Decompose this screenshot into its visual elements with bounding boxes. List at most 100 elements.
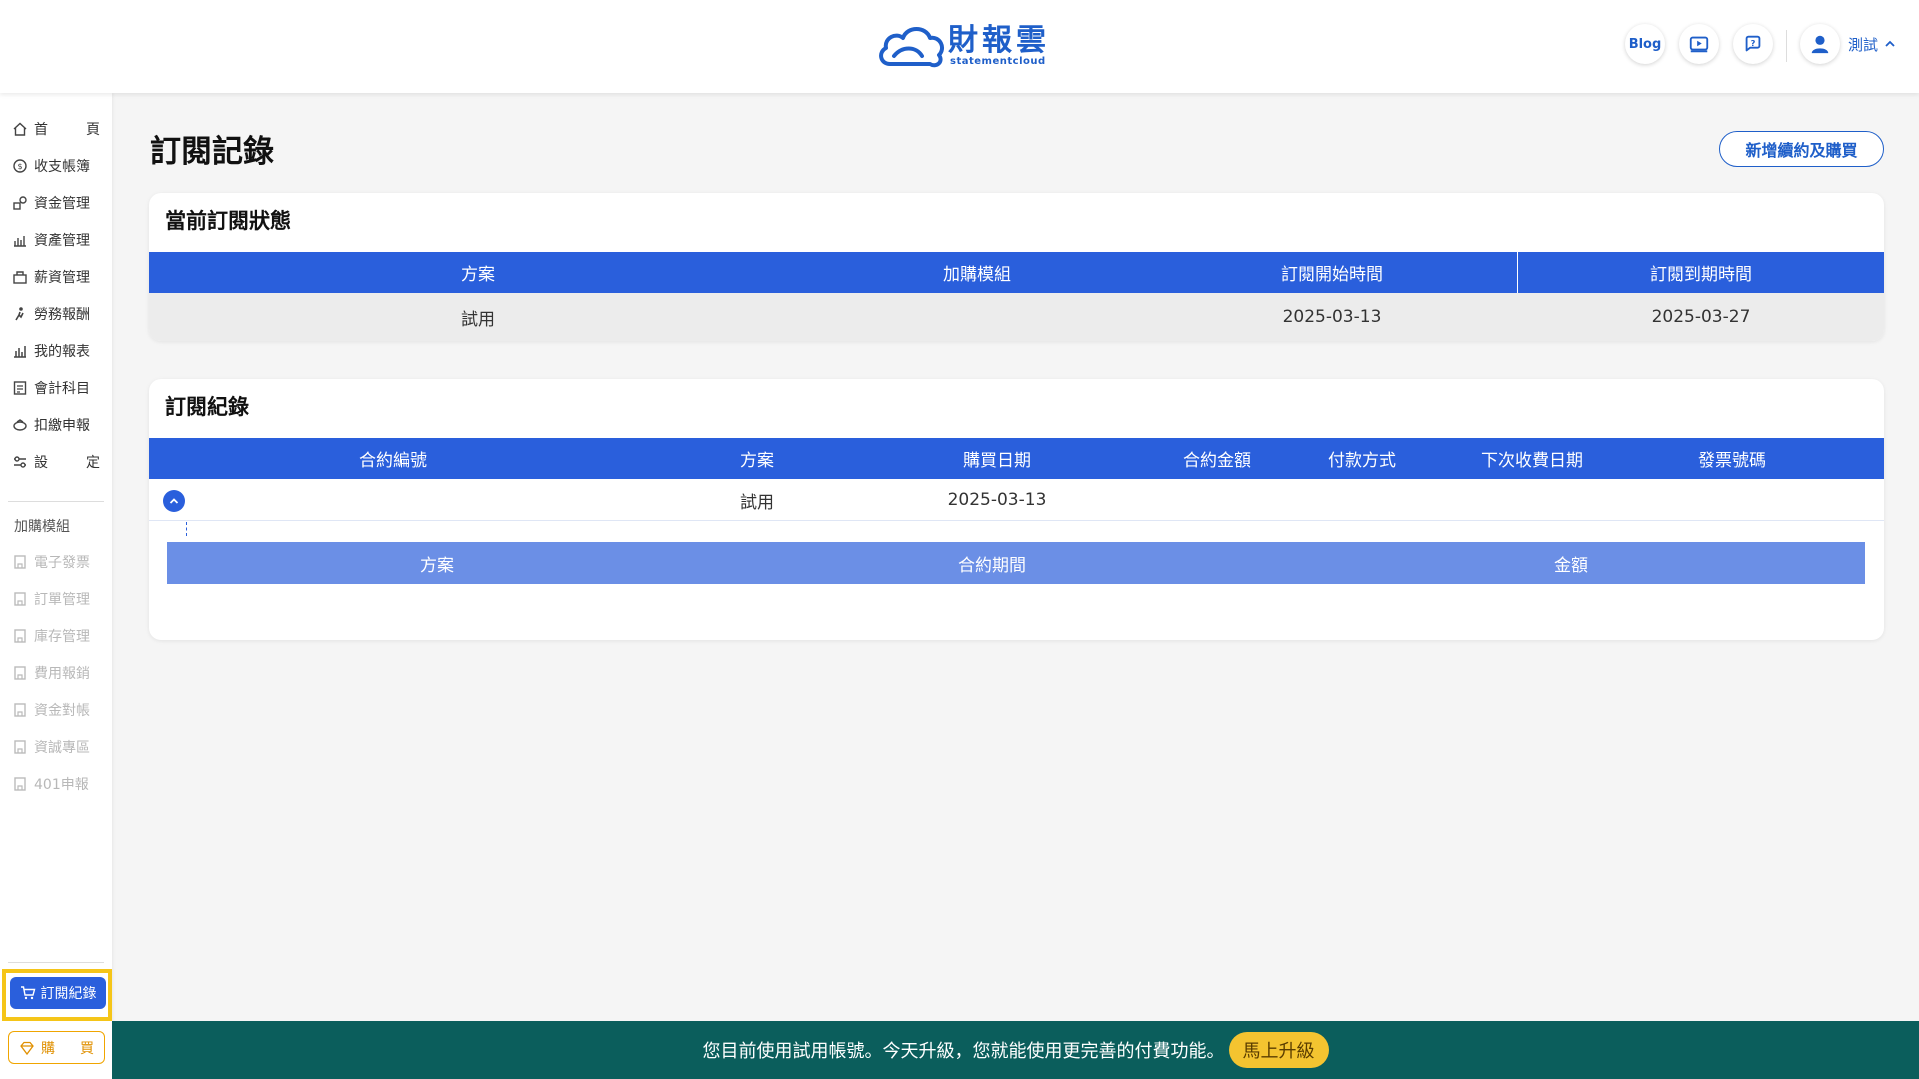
- sidebar-item-label: 費用報銷: [34, 666, 90, 682]
- report-icon: [14, 346, 26, 358]
- cart-icon: [20, 986, 35, 1000]
- column-header: 訂閱到期時間: [1650, 265, 1752, 285]
- diamond-icon: [20, 1041, 34, 1055]
- module-lock-icon: [14, 629, 26, 643]
- sidebar-item-subscription[interactable]: 訂閱紀錄: [10, 977, 106, 1009]
- column-header: 合約期間: [958, 555, 1026, 576]
- column-header: 付款方式: [1328, 451, 1396, 471]
- column-header: 合約編號: [359, 451, 427, 471]
- sidebar-item-asset[interactable]: 資產管理: [12, 226, 100, 254]
- module-lock-icon: [14, 592, 26, 606]
- sidebar-item-labor[interactable]: 勞務報酬: [12, 300, 100, 328]
- expand-connector: [186, 522, 187, 536]
- cell-purchase-date: 2025-03-13: [947, 490, 1047, 510]
- module-lock-icon: [14, 777, 26, 791]
- sidebar-item-label: 會計科目: [34, 381, 90, 397]
- withholding-icon: [13, 419, 27, 431]
- column-header: 金額: [1554, 555, 1588, 576]
- table-row[interactable]: 試用 2025-03-13: [149, 479, 1884, 521]
- support-button[interactable]: ?: [1733, 24, 1773, 64]
- module-lock-icon: [14, 703, 26, 717]
- addon-heading: 加購模組: [14, 519, 70, 535]
- page-title: 訂閱記錄: [150, 134, 274, 170]
- sidebar-item-label: 設: [34, 455, 48, 471]
- cloud-logo-icon: [879, 27, 944, 68]
- sidebar: 首頁 $ 收支帳簿 資金管理 資產管理 薪資管理 勞務報酬 我的報表 會計科目 …: [0, 93, 112, 1079]
- card-title: 當前訂閱狀態: [165, 209, 291, 233]
- sidebar-item-reconcile[interactable]: 資金對帳: [12, 696, 100, 724]
- cell-payment: [1317, 479, 1407, 521]
- labor-icon: [15, 307, 24, 321]
- settings-icon: [14, 456, 26, 468]
- column-header: 訂閱開始時間: [1281, 265, 1383, 285]
- sidebar-item-report[interactable]: 我的報表: [12, 337, 100, 365]
- table-row: 試用 2025-03-13 2025-03-27: [149, 293, 1884, 341]
- sidebar-item-salary[interactable]: 薪資管理: [12, 263, 100, 291]
- cell-end-date: 2025-03-27: [1651, 307, 1751, 327]
- sidebar-divider: [8, 501, 104, 502]
- trial-banner: 您目前使用試用帳號。今天升級，您就能使用更完善的付費功能。 馬上升級: [112, 1021, 1919, 1079]
- sidebar-item-label: 薪資管理: [34, 270, 90, 286]
- sidebar-item-account[interactable]: 會計科目: [12, 374, 100, 402]
- salary-icon: [13, 271, 27, 284]
- chevron-up-icon[interactable]: [1884, 38, 1896, 50]
- buy-label: 購: [41, 1040, 55, 1057]
- detail-table-header: 方案 合約期間 金額: [167, 542, 1865, 584]
- user-name: 測試: [1848, 35, 1879, 54]
- sidebar-item-label: 資金對帳: [34, 703, 90, 719]
- sidebar-item-home[interactable]: 首頁: [12, 115, 100, 143]
- tutorial-button[interactable]: [1679, 24, 1719, 64]
- ledger-icon: $: [13, 159, 27, 173]
- module-lock-icon: [14, 555, 26, 569]
- subscription-history-card: 訂閱紀錄 合約編號 方案 購買日期 合約金額 付款方式 下次收費日期 發票號碼 …: [149, 379, 1884, 640]
- sidebar-item-401[interactable]: 401申報: [12, 770, 100, 798]
- sidebar-item-label: 首: [34, 122, 48, 138]
- cell-next-charge: [1407, 479, 1657, 521]
- cell-plan: 試用: [461, 309, 495, 330]
- user-icon: [1811, 35, 1829, 54]
- user-menu[interactable]: 測試: [1800, 24, 1896, 64]
- avatar[interactable]: [1800, 24, 1840, 64]
- header-divider: [1786, 30, 1787, 62]
- fund-icon: [13, 196, 27, 210]
- logo[interactable]: 財報雲 statementcloud: [876, 20, 1050, 72]
- help-chat-icon: ?: [1745, 35, 1761, 52]
- sidebar-item-label: 頁: [86, 122, 100, 138]
- column-header: 發票號碼: [1698, 451, 1766, 471]
- sidebar-item-label: 收支帳簿: [34, 159, 90, 175]
- sidebar-item-settings[interactable]: 設定: [12, 448, 100, 476]
- home-icon: [13, 122, 27, 136]
- cell-contract-no: [149, 479, 637, 521]
- buy-button[interactable]: 購買: [8, 1031, 105, 1064]
- table-header: 合約編號 方案 購買日期 合約金額 付款方式 下次收費日期 發票號碼: [149, 438, 1884, 479]
- blog-button[interactable]: Blog: [1625, 24, 1665, 64]
- top-header: 財報雲 statementcloud Blog ? 測試: [0, 0, 1919, 93]
- sidebar-item-withholding[interactable]: 扣繳申報: [12, 411, 100, 439]
- sidebar-item-label: 定: [86, 455, 100, 471]
- svg-text:?: ?: [1751, 38, 1756, 48]
- sidebar-item-inventory[interactable]: 庫存管理: [12, 622, 100, 650]
- table-header: 方案 加購模組 訂閱開始時間 訂閱到期時間: [149, 252, 1884, 293]
- sidebar-item-pwc[interactable]: 資誠專區: [12, 733, 100, 761]
- account-icon: [13, 381, 27, 395]
- upgrade-button[interactable]: 馬上升級: [1228, 1032, 1329, 1068]
- cell-start-date: 2025-03-13: [1282, 307, 1382, 327]
- column-header: 購買日期: [963, 451, 1031, 471]
- sidebar-item-orders[interactable]: 訂單管理: [12, 585, 100, 613]
- sidebar-item-label: 扣繳申報: [34, 418, 90, 434]
- sidebar-item-label: 勞務報酬: [34, 307, 90, 323]
- module-lock-icon: [14, 740, 26, 754]
- current-subscription-card: 當前訂閱狀態 方案 加購模組 訂閱開始時間 訂閱到期時間 試用 2025-03-…: [149, 193, 1884, 341]
- sidebar-item-ledger[interactable]: $ 收支帳簿: [12, 152, 100, 180]
- module-lock-icon: [14, 666, 26, 680]
- new-contract-button[interactable]: 新增續約及購買: [1719, 131, 1884, 167]
- book-video-icon: [1689, 36, 1709, 53]
- column-header: 方案: [461, 265, 495, 285]
- sidebar-item-einvoice[interactable]: 電子發票: [12, 548, 100, 576]
- sidebar-item-expense[interactable]: 費用報銷: [12, 659, 100, 687]
- column-header: 方案: [740, 451, 774, 471]
- column-header: 方案: [420, 555, 454, 576]
- sidebar-item-fund[interactable]: 資金管理: [12, 189, 100, 217]
- sidebar-item-label: 401申報: [34, 777, 89, 793]
- buy-label: 買: [80, 1040, 94, 1057]
